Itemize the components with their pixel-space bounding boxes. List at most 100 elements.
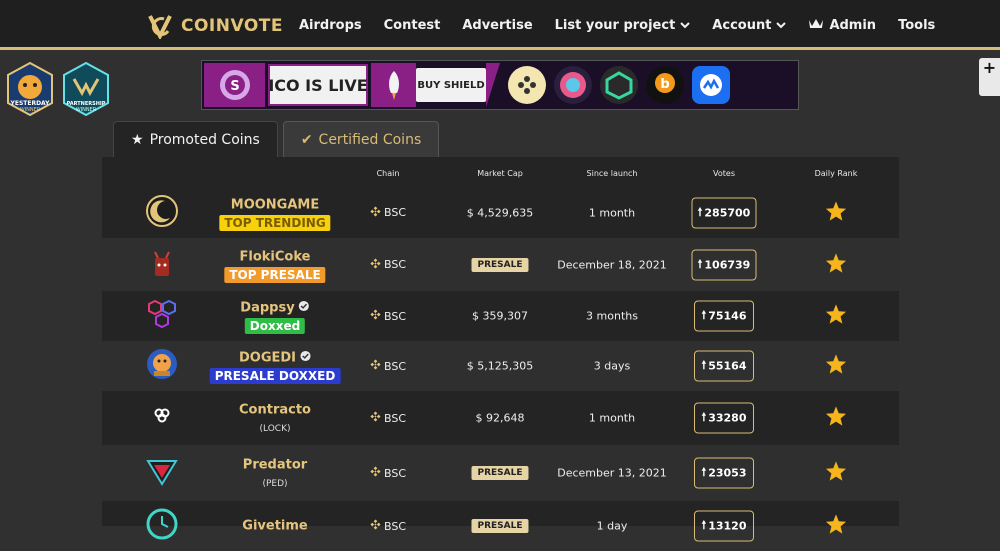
chain-label: BSC (383, 359, 407, 373)
daily-rank-star-icon[interactable] (825, 406, 847, 431)
chain-cell: BSC (370, 359, 406, 373)
since-launch-value: December 13, 2021 (557, 466, 667, 480)
market-cap-value: $ 4,529,635 (466, 206, 534, 219)
hexagon-logo-icon[interactable] (145, 297, 179, 335)
tab-label: Certified Coins (318, 131, 422, 148)
table-row[interactable]: FlokiCoke TOP PRESALE BSC PRESALE December 1… (102, 238, 899, 291)
chain-label: BSC (383, 206, 407, 219)
nav-item-contest[interactable]: Contest (384, 18, 441, 33)
partner-logo-bglobal-icon[interactable]: b (646, 66, 684, 104)
givetime-logo-icon[interactable] (145, 507, 179, 545)
vote-count: 23053 (708, 466, 747, 480)
nav-item-admin[interactable]: Admin (808, 17, 876, 33)
coin-name[interactable]: MOONGAME (231, 197, 319, 212)
vote-count: 55164 (708, 359, 747, 373)
table-row[interactable]: Givetime BSC PRESALE 1 day 🠕 13120 (102, 501, 899, 551)
bsc-chain-icon (370, 205, 381, 220)
vote-button[interactable]: 🠕 285700 (691, 197, 757, 228)
daily-rank-star-icon[interactable] (825, 200, 847, 225)
expand-plus-button[interactable]: + (979, 58, 1000, 96)
coin-name[interactable]: Givetime (242, 519, 307, 534)
winner-badges: YESTERDAY WINNER PARTNERSHIP WINNER (4, 61, 112, 117)
coin-name[interactable]: Predator (243, 458, 307, 473)
since-launch-value: 1 month (588, 411, 636, 425)
coin-name[interactable]: FlokiCoke (240, 249, 311, 264)
bsc-chain-icon (370, 309, 381, 323)
since-launch-value: December 18, 2021 (557, 258, 667, 271)
coke-cup-logo-icon[interactable] (145, 246, 179, 284)
vote-count: 75146 (708, 309, 747, 323)
nav-item-list-your-project[interactable]: List your project (555, 18, 691, 33)
vote-button[interactable]: 🠕 55164 (694, 350, 754, 382)
coin-name[interactable]: Dappsy (240, 300, 310, 316)
predator-logo-icon[interactable] (145, 454, 179, 492)
brand-logo[interactable]: COINVOTE (147, 13, 283, 39)
bsc-chain-icon (370, 411, 381, 425)
daily-rank-star-icon[interactable] (825, 461, 847, 486)
table-row[interactable]: Predator (PED) BSC PRESALE December 13, 2021… (102, 445, 899, 501)
column-header-votes: Votes (713, 169, 735, 178)
coin-name-label: Dappsy (240, 300, 295, 316)
column-header-since-launch: Since launch (586, 169, 638, 178)
coin-ticker: (LOCK) (259, 424, 291, 434)
tab-certified-coins[interactable]: ✔ Certified Coins (282, 121, 440, 157)
nav-item-airdrops[interactable]: Airdrops (299, 18, 362, 33)
column-header-chain: Chain (376, 169, 400, 178)
tab-promoted-coins[interactable]: ★ Promoted Coins (113, 121, 278, 158)
svg-text:b: b (660, 77, 669, 92)
coin-ticker: (PED) (262, 479, 288, 489)
column-header-daily-rank: Daily Rank (814, 169, 858, 178)
vote-button[interactable]: 🠕 13120 (694, 510, 754, 542)
daily-rank-star-icon[interactable] (825, 354, 847, 379)
chevron-down-icon (776, 18, 787, 33)
partner-logo-animal-icon[interactable] (554, 66, 592, 104)
top-navbar: COINVOTE Airdrops Contest Advertise List yo… (0, 0, 1000, 50)
nav-item-advertise[interactable]: Advertise (462, 18, 532, 33)
coin-tag-badge: Doxxed (244, 318, 306, 334)
daily-rank-star-icon[interactable] (825, 304, 847, 329)
partner-logo-nodes-icon[interactable] (508, 66, 546, 104)
coin-name[interactable]: Contracto (239, 403, 311, 418)
partner-logo-cube-icon[interactable] (600, 66, 638, 104)
table-row[interactable]: Dappsy Doxxed BSC $ 359,307 3 months 🠕 75146 (102, 291, 899, 341)
vote-button[interactable]: 🠕 33280 (694, 402, 754, 434)
ad-banner[interactable]: S ICO IS LIVE BUY SHIELD b (201, 60, 799, 110)
table-row[interactable]: MOONGAME TOP TRENDING BSC $ 4,529,635 1 mont… (102, 187, 899, 238)
buy-shield-button[interactable]: BUY SHIELD (416, 68, 486, 102)
partnership-badge-icon[interactable]: PARTNERSHIP WINNER (60, 61, 112, 117)
table-row[interactable]: Contracto (LOCK) BSC $ 92,648 1 month 🠕 33280 (102, 391, 899, 445)
brand-name: COINVOTE (181, 16, 283, 36)
dog-badge-icon[interactable]: YESTERDAY WINNER (4, 61, 56, 117)
nav-item-tools[interactable]: Tools (898, 18, 935, 33)
vote-button[interactable]: 🠕 75146 (694, 300, 754, 332)
coin-tabs: ★ Promoted Coins ✔ Certified Coins (113, 121, 440, 158)
nav-item-account[interactable]: Account (712, 18, 787, 33)
nav-item-label: Tools (898, 17, 936, 33)
market-cap-value: $ 92,648 (475, 411, 525, 425)
nav-item-label: Contest (383, 17, 441, 33)
moon-logo-icon[interactable] (145, 194, 179, 232)
shield-coin-icon: S (204, 63, 265, 107)
daily-rank-star-icon[interactable] (825, 514, 847, 539)
partner-logo-market-icon[interactable] (692, 66, 730, 104)
rings-logo-icon[interactable] (145, 399, 179, 437)
arrow-up-icon: 🠕 (701, 465, 707, 479)
table-row[interactable]: DOGEDI PRESALE DOXXED BSC $ 5,125,305 3 days… (102, 341, 899, 391)
coin-name-label: Contracto (239, 402, 311, 418)
chain-cell: BSC (370, 519, 406, 533)
column-header-market-cap: Market Cap (477, 169, 523, 178)
coin-name[interactable]: DOGEDI (239, 351, 311, 366)
vote-button[interactable]: 🠕 106739 (691, 249, 757, 280)
coin-name-label: MOONGAME (230, 197, 320, 212)
coin-tag-badge: TOP PRESALE (224, 266, 326, 283)
nav-menu: Airdrops Contest Advertise List your projec… (299, 0, 935, 50)
arrow-up-icon: 🠕 (701, 308, 707, 322)
table-header: Chain Market Cap Since launch Votes Dail… (102, 157, 899, 187)
arrow-up-icon: 🠕 (697, 257, 703, 270)
vote-button[interactable]: 🠕 23053 (694, 457, 754, 489)
doge-logo-icon[interactable] (145, 347, 179, 385)
coin-name-label: Givetime (242, 518, 308, 534)
crown-icon (808, 17, 824, 33)
chain-cell: BSC (370, 466, 406, 480)
daily-rank-star-icon[interactable] (825, 252, 847, 277)
